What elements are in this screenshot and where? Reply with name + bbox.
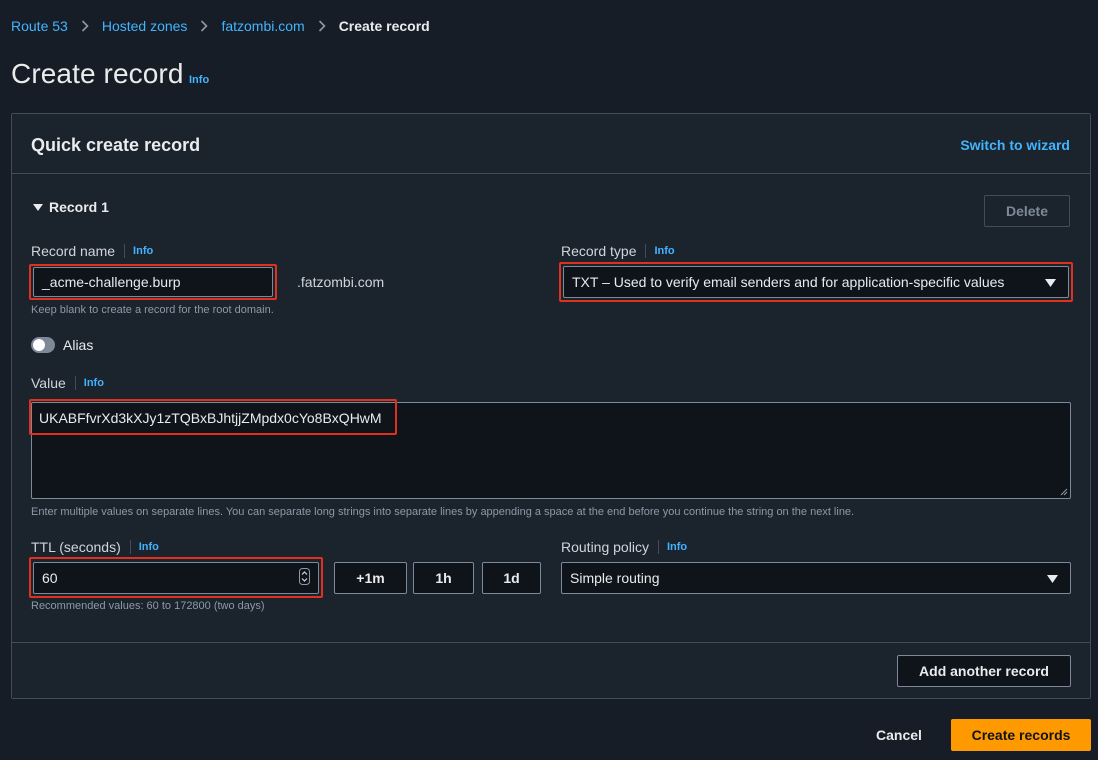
value-hint: Enter multiple values on separate lines.…: [31, 506, 855, 518]
ttl-input[interactable]: 60: [33, 562, 319, 594]
record-name-label-group: Record name Info: [31, 243, 153, 259]
page-title: Create record: [11, 58, 184, 89]
ttl-label-group: TTL (seconds) Info: [31, 539, 159, 555]
breadcrumb: Route 53 Hosted zones fatzombi.com Creat…: [11, 17, 430, 35]
routing-policy-select[interactable]: Simple routing: [561, 562, 1071, 594]
breadcrumb-route53[interactable]: Route 53: [11, 18, 68, 34]
breadcrumb-current: Create record: [338, 18, 430, 34]
record-type-label-group: Record type Info: [561, 243, 675, 259]
record-name-input[interactable]: _acme-challenge.burp: [33, 267, 273, 297]
record-section-label: Record 1: [49, 199, 109, 215]
ttl-preset-1h-button[interactable]: 1h: [413, 562, 474, 594]
value-label: Value: [31, 375, 66, 391]
breadcrumb-hosted-zones[interactable]: Hosted zones: [102, 18, 188, 34]
caret-down-icon: [33, 199, 43, 215]
toggle-knob: [33, 339, 45, 351]
chevron-right-icon: [81, 20, 89, 32]
caret-down-icon: [1047, 570, 1058, 586]
routing-label-group: Routing policy Info: [561, 539, 687, 555]
record-section-toggle[interactable]: Record 1: [33, 199, 109, 215]
value-label-group: Value Info: [31, 375, 104, 391]
record-name-info-link[interactable]: Info: [133, 245, 153, 257]
domain-suffix: .fatzombi.com: [297, 274, 385, 290]
switch-to-wizard-link[interactable]: Switch to wizard: [960, 137, 1070, 153]
ttl-info-link[interactable]: Info: [139, 541, 159, 553]
number-stepper-icon[interactable]: [299, 568, 310, 588]
panel-header: Quick create record Switch to wizard: [12, 114, 1090, 174]
create-records-button[interactable]: Create records: [951, 719, 1091, 751]
cancel-button[interactable]: Cancel: [860, 719, 938, 751]
record-name-label: Record name: [31, 243, 116, 259]
record-type-value: TXT – Used to verify email senders and f…: [572, 274, 1005, 290]
caret-down-icon: [1045, 274, 1056, 290]
resize-grip-icon[interactable]: [1060, 488, 1068, 496]
routing-policy-label: Routing policy: [561, 539, 649, 555]
ttl-label: TTL (seconds): [31, 539, 121, 555]
record-type-info-link[interactable]: Info: [654, 245, 674, 257]
delete-record-button[interactable]: Delete: [984, 195, 1070, 227]
breadcrumb-zone[interactable]: fatzombi.com: [221, 18, 304, 34]
record-type-select[interactable]: TXT – Used to verify email senders and f…: [563, 266, 1069, 298]
ttl-value: 60: [42, 570, 58, 586]
label-divider: [129, 540, 131, 554]
record-name-hint: Keep blank to create a record for the ro…: [31, 304, 274, 316]
alias-toggle[interactable]: [31, 337, 55, 353]
ttl-preset-1d-button[interactable]: 1d: [482, 562, 541, 594]
chevron-right-icon: [200, 20, 209, 32]
panel-title: Quick create record: [31, 135, 201, 155]
record-name-value: _acme-challenge.burp: [42, 274, 181, 290]
ttl-hint: Recommended values: 60 to 172800 (two da…: [31, 600, 265, 612]
alias-label: Alias: [63, 337, 94, 353]
value-info-link[interactable]: Info: [84, 377, 104, 389]
ttl-preset-1m-button[interactable]: +1m: [334, 562, 407, 594]
routing-info-link[interactable]: Info: [667, 541, 687, 553]
label-divider: [645, 244, 647, 258]
record-type-label: Record type: [561, 243, 637, 259]
add-another-record-button[interactable]: Add another record: [897, 655, 1071, 687]
label-divider: [74, 376, 76, 390]
routing-policy-value: Simple routing: [570, 570, 660, 586]
label-divider: [657, 540, 659, 554]
value-text: UKABFfvrXd3kXJy1zTQBxBJhtjjZMpdx0cYo8BxQ…: [39, 410, 382, 426]
chevron-right-icon: [318, 20, 326, 32]
page-info-link[interactable]: Info: [189, 74, 209, 86]
label-divider: [124, 244, 126, 258]
